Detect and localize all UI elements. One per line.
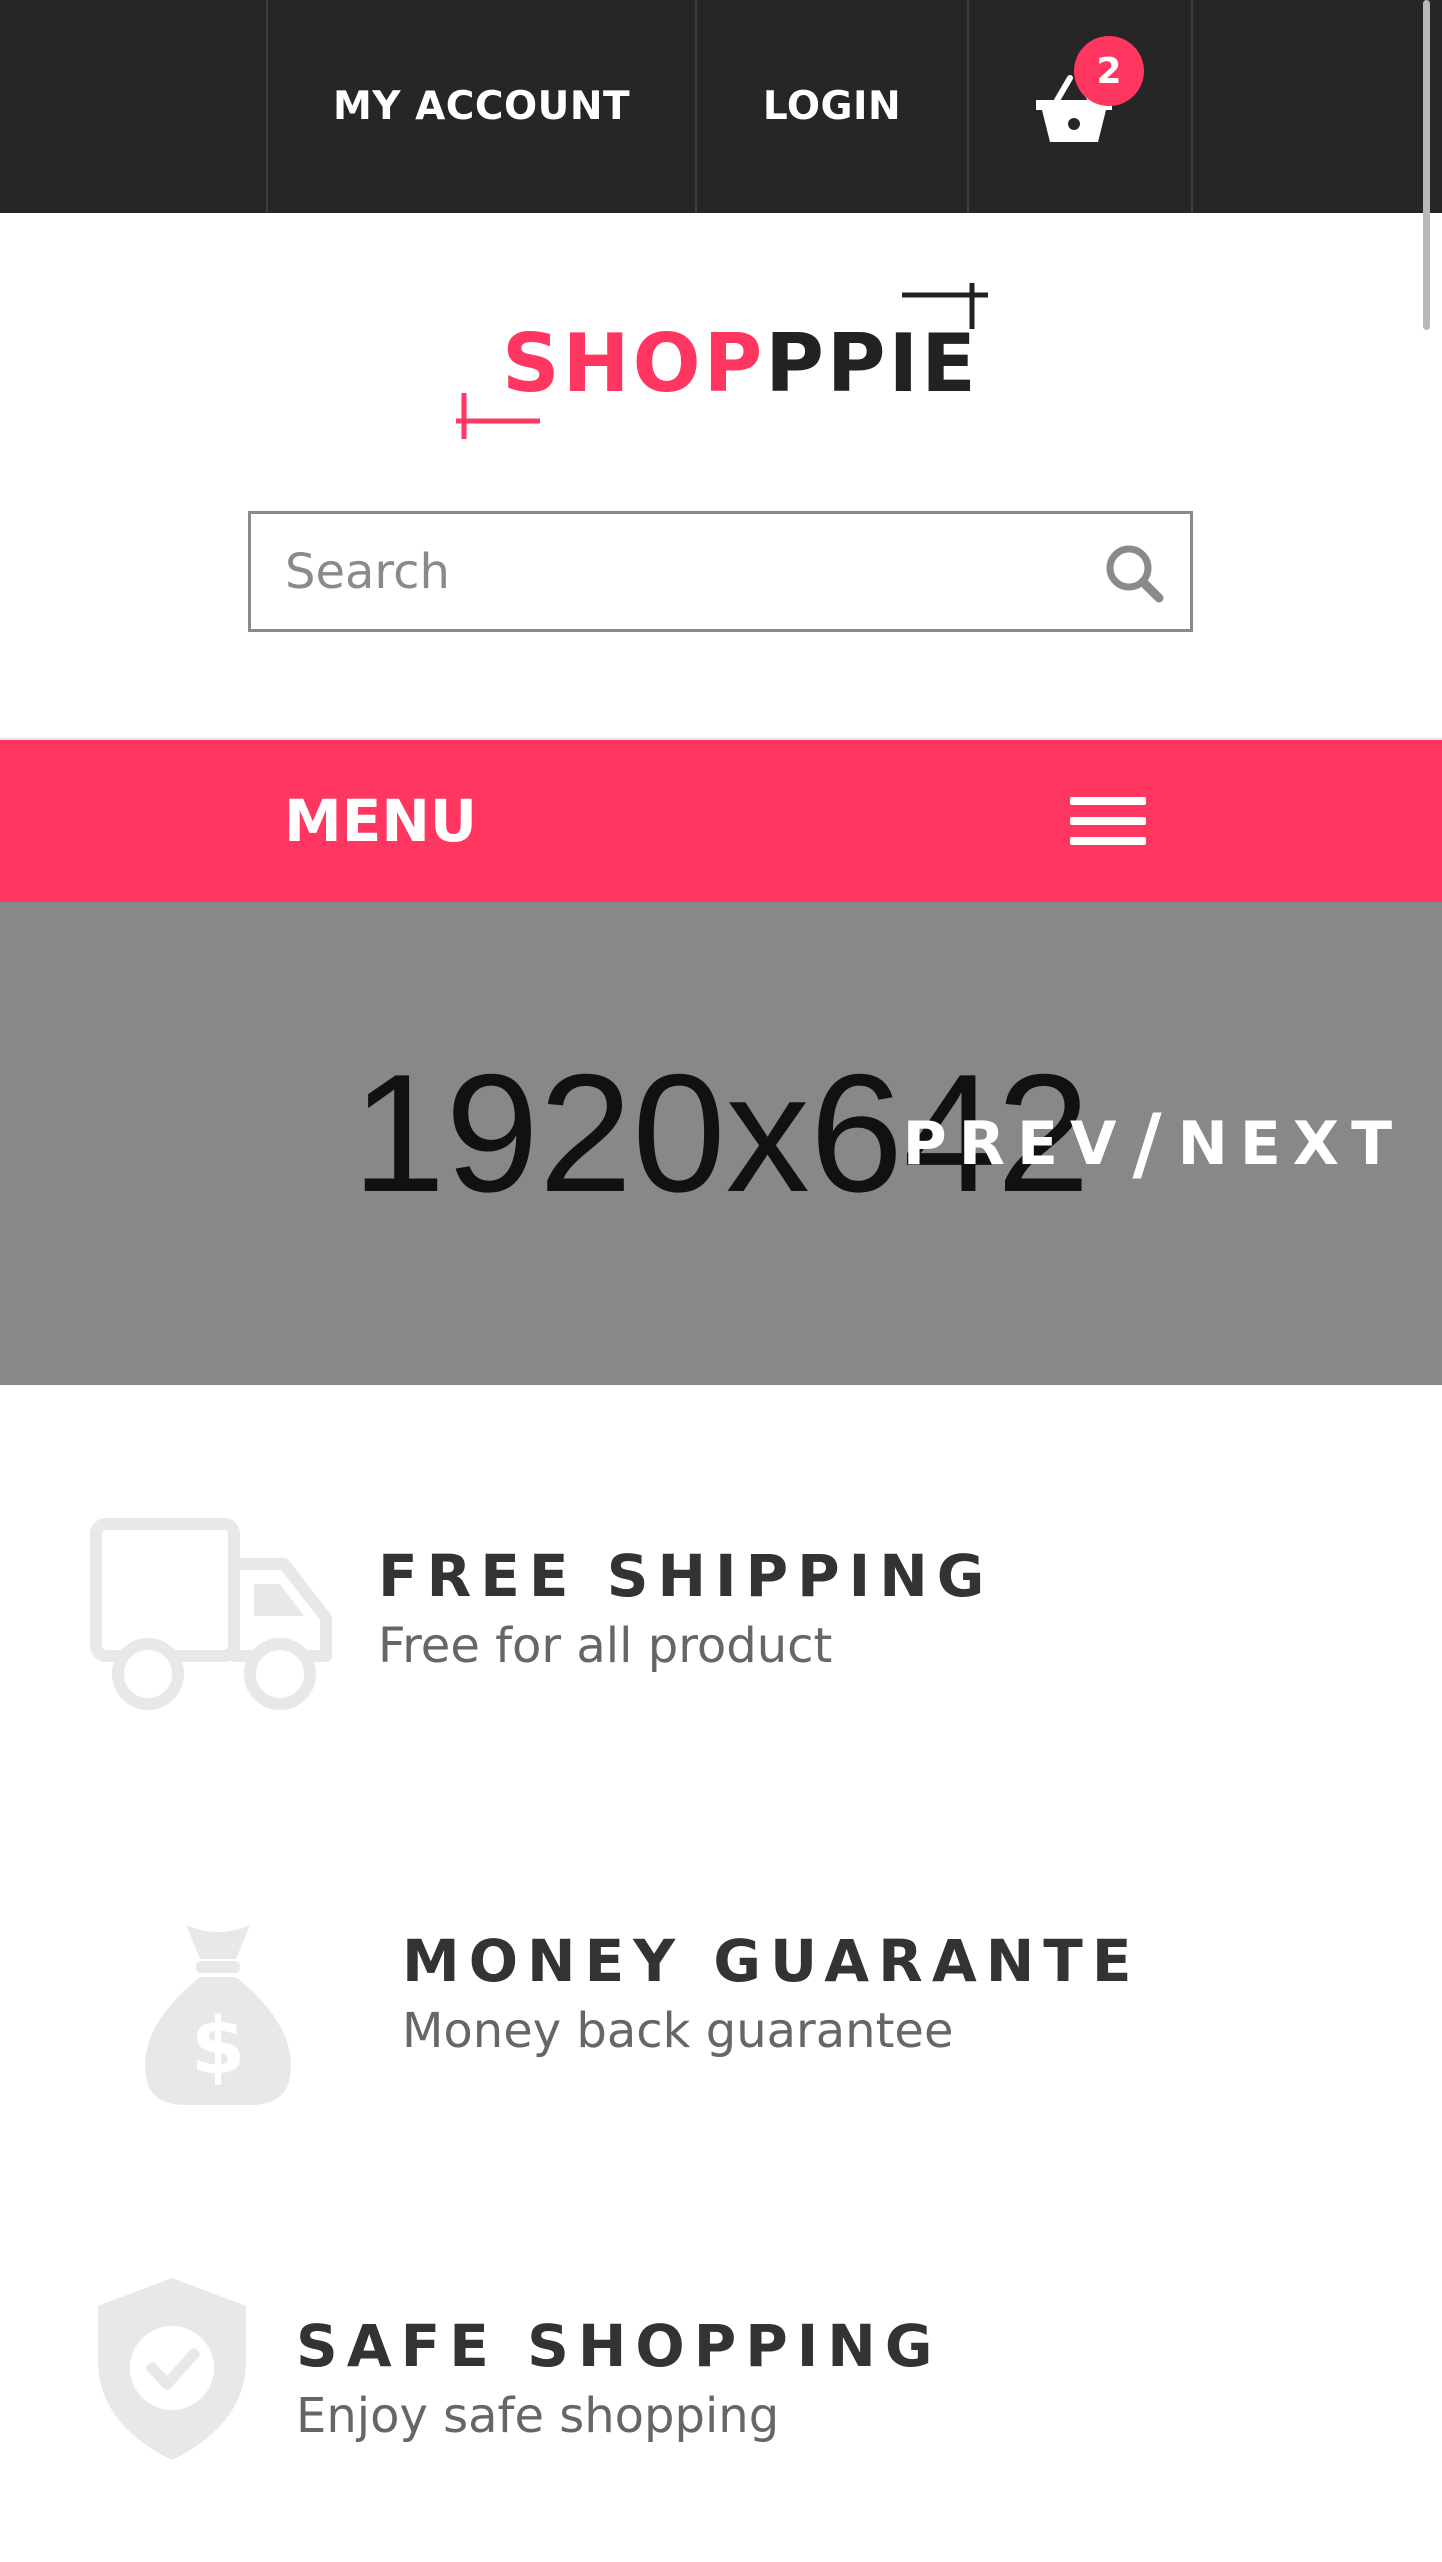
login-link[interactable]: LOGIN	[697, 0, 967, 213]
shield-check-icon	[98, 2278, 246, 2460]
hero-slider: 1920x642 PREV / NEXT	[0, 902, 1442, 1385]
svg-text:$: $	[191, 2002, 245, 2092]
feature-subtitle: Free for all product	[378, 1618, 833, 1674]
search-bar	[248, 511, 1193, 632]
feature-free-shipping: FREE SHIPPING Free for all product	[0, 1500, 1442, 1710]
feature-subtitle: Money back guarantee	[402, 2003, 954, 2059]
site-logo[interactable]: SHOPPPIE	[440, 275, 1000, 445]
my-account-link[interactable]: MY ACCOUNT	[268, 0, 695, 213]
slider-nav: PREV / NEXT	[903, 1097, 1404, 1190]
search-icon	[1106, 545, 1164, 603]
logo-wordmark: SHOPPPIE	[502, 317, 979, 410]
menu-bar[interactable]: MENU	[0, 740, 1442, 902]
next-button[interactable]: NEXT	[1178, 1109, 1404, 1179]
feature-title: SAFE SHOPPING	[296, 2312, 942, 2380]
feature-money-guarantee: $ MONEY GUARANTE Money back guarantee	[0, 1905, 1442, 2105]
hamburger-menu-icon[interactable]	[1066, 793, 1150, 849]
scrollbar[interactable]	[1423, 0, 1430, 330]
feature-title: MONEY GUARANTE	[402, 1927, 1141, 1995]
menu-label: MENU	[284, 787, 477, 855]
search-input[interactable]	[285, 536, 1065, 608]
feature-title: FREE SHIPPING	[378, 1542, 994, 1610]
cart-count-badge: 2	[1074, 36, 1144, 106]
top-bar: MY ACCOUNT LOGIN 2	[0, 0, 1442, 213]
feature-safe-shopping: SAFE SHOPPING Enjoy safe shopping	[0, 2270, 1442, 2470]
cart-button[interactable]	[968, 0, 1192, 213]
search-button[interactable]	[1099, 538, 1169, 608]
nav-separator: /	[1132, 1097, 1162, 1190]
money-bag-icon: $	[145, 1925, 291, 2105]
prev-button[interactable]: PREV	[903, 1109, 1129, 1179]
feature-subtitle: Enjoy safe shopping	[296, 2388, 780, 2444]
truck-icon	[90, 1518, 332, 1710]
